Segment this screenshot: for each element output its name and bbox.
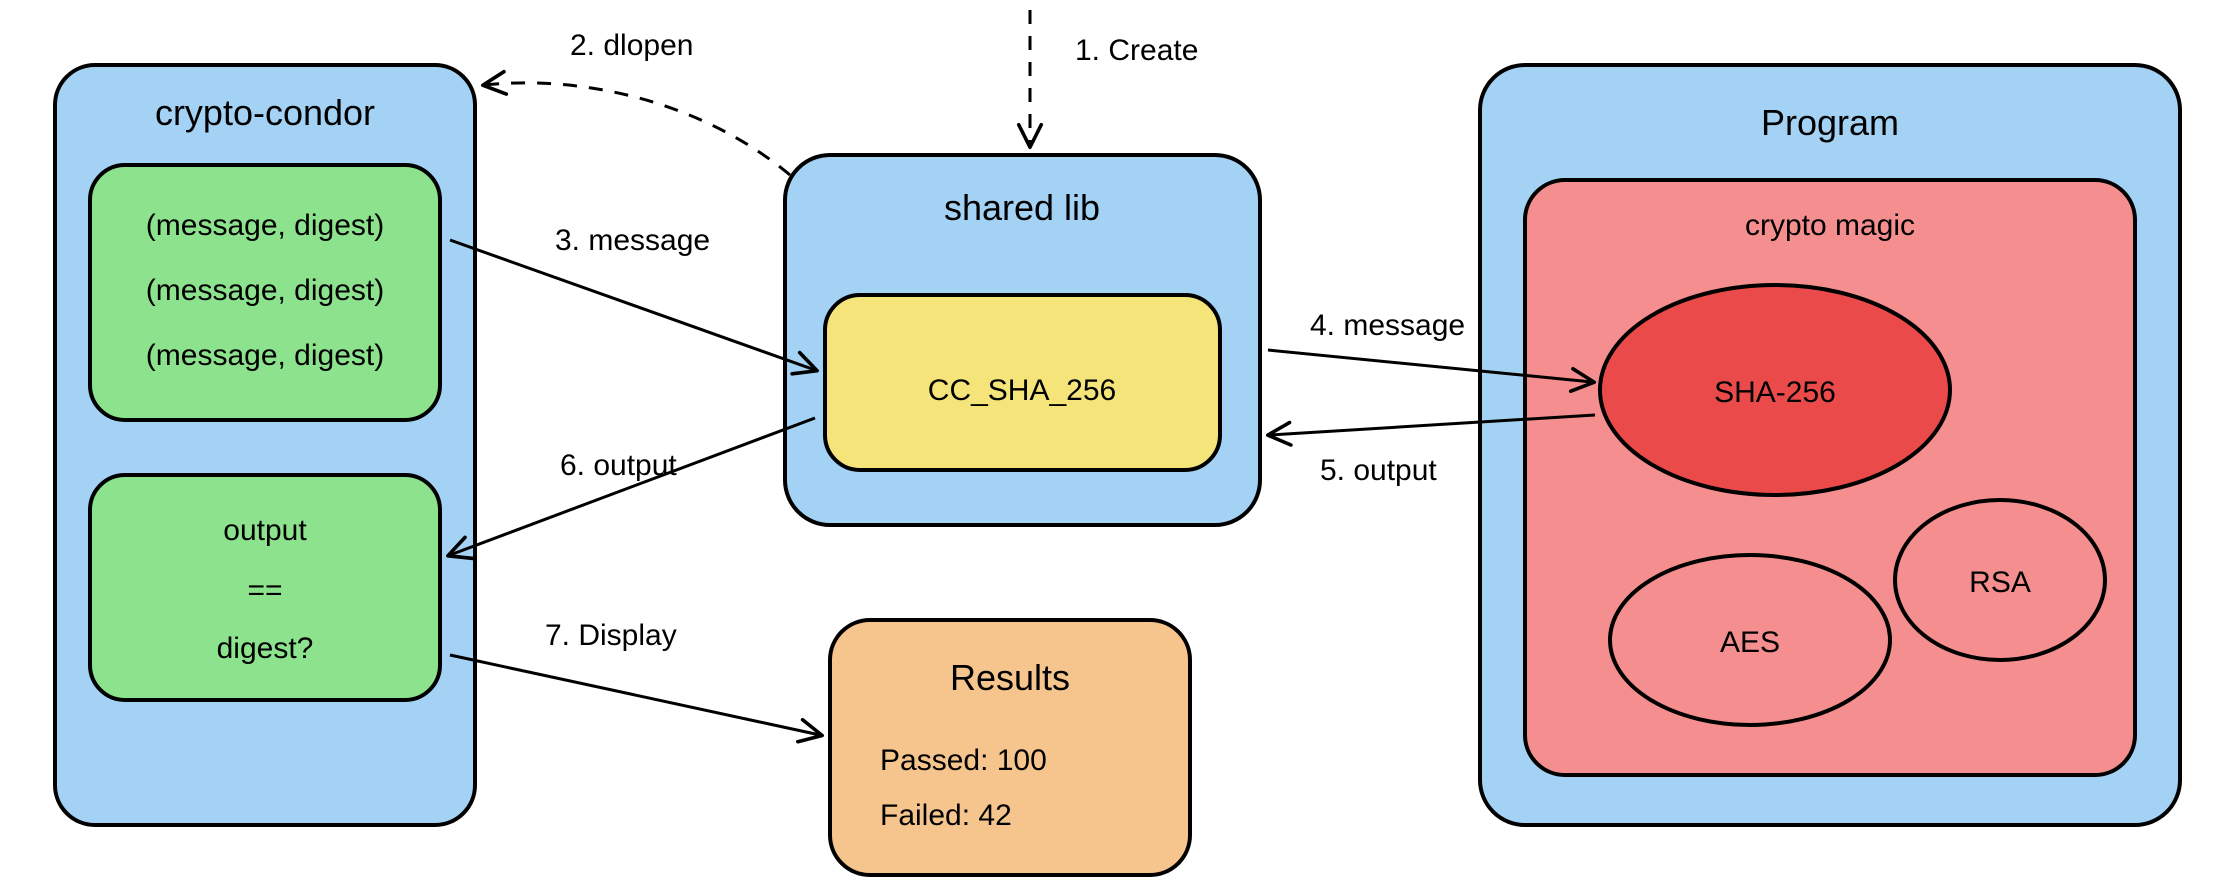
arrow-display [450, 655, 820, 735]
compare-line: output [223, 514, 307, 547]
shared-lib-func: CC_SHA_256 [928, 374, 1116, 407]
crypto-condor-box: crypto-condor (message, digest) (message… [55, 65, 475, 825]
results-title: Results [950, 657, 1070, 698]
rsa-label: RSA [1969, 566, 2031, 599]
shared-lib-title: shared lib [944, 187, 1100, 228]
test-vector-row: (message, digest) [146, 339, 384, 372]
results-passed: Passed: 100 [880, 744, 1047, 777]
aes-label: AES [1720, 626, 1780, 659]
arrow-display-label: 7. Display [545, 619, 677, 652]
arrow-msg1-label: 3. message [555, 224, 710, 257]
arrow-dlopen [485, 83, 790, 175]
arrow-out2 [450, 418, 815, 555]
arrow-msg2-label: 4. message [1310, 309, 1465, 342]
diagram-canvas: crypto-condor (message, digest) (message… [0, 0, 2236, 895]
sha-label: SHA-256 [1714, 376, 1836, 409]
test-vector-row: (message, digest) [146, 274, 384, 307]
results-box: Results Passed: 100 Failed: 42 [830, 620, 1190, 875]
arrow-create-label: 1. Create [1075, 34, 1198, 67]
test-vector-row: (message, digest) [146, 209, 384, 242]
crypto-condor-title: crypto-condor [155, 92, 375, 133]
compare-line: digest? [217, 632, 314, 665]
arrow-out1-label: 5. output [1320, 454, 1437, 487]
program-title: Program [1761, 102, 1899, 143]
compare-line: == [247, 574, 282, 607]
test-vectors-box: (message, digest) (message, digest) (mes… [90, 165, 440, 420]
arrow-dlopen-label: 2. dlopen [570, 29, 693, 62]
arrow-out2-label: 6. output [560, 449, 677, 482]
program-box: Program crypto magic SHA-256 AES RSA [1480, 65, 2180, 825]
crypto-magic-title: crypto magic [1745, 209, 1915, 242]
results-failed: Failed: 42 [880, 799, 1012, 832]
arrow-msg1 [450, 240, 815, 370]
shared-lib-box: shared lib CC_SHA_256 [785, 155, 1260, 525]
compare-box: output == digest? [90, 475, 440, 700]
